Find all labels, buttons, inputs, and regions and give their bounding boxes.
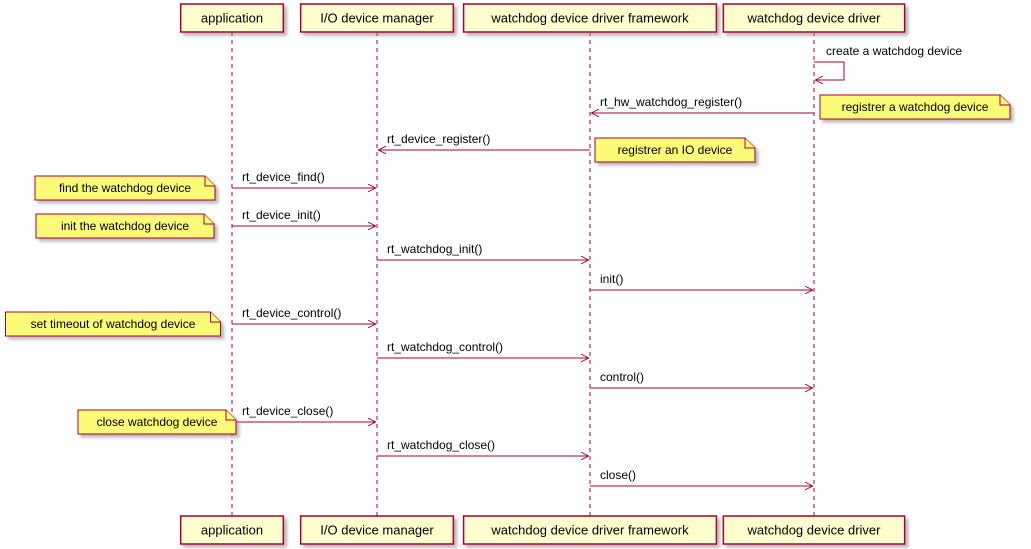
message-label: rt_device_find() xyxy=(242,170,325,184)
note-label: init the watchdog device xyxy=(61,219,189,233)
participant-label: application xyxy=(201,522,263,537)
note-label: find the watchdog device xyxy=(59,181,191,195)
participant-label: watchdog device driver framework xyxy=(490,10,689,25)
message-label: close() xyxy=(600,468,636,482)
message-label: rt_device_close() xyxy=(242,404,333,418)
participant-label: watchdog device driver xyxy=(747,10,882,25)
message-label: rt_watchdog_close() xyxy=(387,438,495,452)
participant-label: I/O device manager xyxy=(320,10,434,25)
note-label: registrer a watchdog device xyxy=(842,100,989,114)
note-fold xyxy=(745,138,755,148)
participant-label: watchdog device driver xyxy=(747,522,882,537)
note-label: registrer an IO device xyxy=(618,143,733,157)
participant-label: watchdog device driver framework xyxy=(490,522,689,537)
note-fold xyxy=(211,312,221,322)
message-label: rt_hw_watchdog_register() xyxy=(600,95,742,109)
message-label: rt_device_register() xyxy=(387,132,490,146)
note-label: close watchdog device xyxy=(97,415,218,429)
message-label: init() xyxy=(600,272,623,286)
message-label: control() xyxy=(600,370,644,384)
message-label: rt_watchdog_init() xyxy=(387,242,482,256)
note-fold xyxy=(205,176,215,186)
message-label: rt_device_init() xyxy=(242,208,321,222)
note-fold xyxy=(1000,95,1010,105)
participant-label: application xyxy=(201,10,263,25)
message-arrow xyxy=(814,62,844,80)
message-label: rt_watchdog_control() xyxy=(387,340,503,354)
participant-label: I/O device manager xyxy=(320,522,434,537)
message-label: create a watchdog device xyxy=(826,44,962,58)
note-fold xyxy=(204,214,214,224)
message-label: rt_device_control() xyxy=(242,306,341,320)
note-label: set timeout of watchdog device xyxy=(31,317,196,331)
note-fold xyxy=(226,410,236,420)
